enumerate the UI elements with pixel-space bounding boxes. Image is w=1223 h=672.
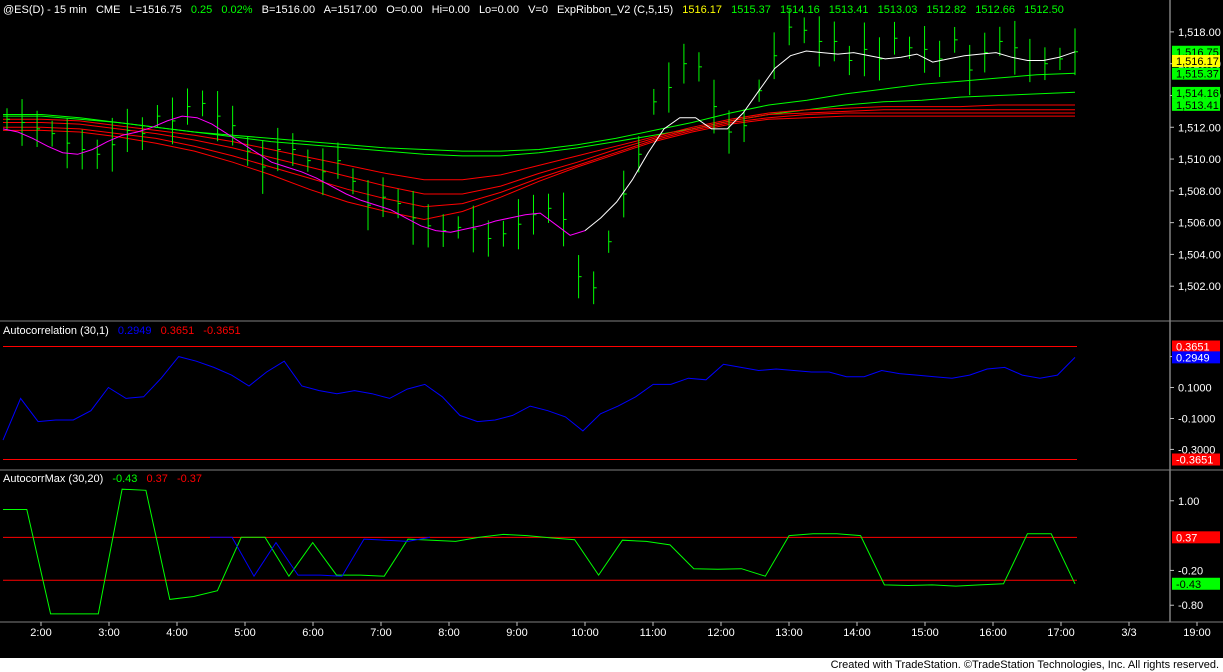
autocorrmax-tick-label-2: -0.80 xyxy=(1178,600,1203,612)
x-tick-label-14: 16:00 xyxy=(979,627,1007,639)
x-tick-label-3: 5:00 xyxy=(234,627,255,639)
price-tick-label-0: 1,518.00 xyxy=(1178,27,1221,39)
price-value-tag-label-1: 1,516.17 xyxy=(1176,56,1219,68)
price-ribbon-line-4 xyxy=(3,112,1075,208)
x-tick-label-15: 17:00 xyxy=(1047,627,1075,639)
autocorrelation-line xyxy=(2,356,1076,441)
x-tick-label-10: 12:00 xyxy=(707,627,735,639)
x-tick-label-17: 19:00 xyxy=(1183,627,1211,639)
price-tick-label-4: 1,510.00 xyxy=(1178,154,1221,166)
price-tick-label-6: 1,506.00 xyxy=(1178,218,1221,230)
autocorrelation-tick-label-1: 0.1000 xyxy=(1178,383,1212,395)
autocorrmax-tick-label-0: 1.00 xyxy=(1178,496,1199,508)
price-tick-label-7: 1,504.00 xyxy=(1178,249,1221,261)
x-tick-label-11: 13:00 xyxy=(775,627,803,639)
x-tick-label-5: 7:00 xyxy=(370,627,391,639)
x-tick-label-7: 9:00 xyxy=(506,627,527,639)
chart-canvas: 1,518.001,516.001,514.001,512.001,510.00… xyxy=(0,0,1223,639)
price-ribbon-line-1 xyxy=(3,91,1076,157)
autocorrmax-value-tag-label-0: 0.37 xyxy=(1176,532,1197,544)
autocorrmax-value-tag-label-1: -0.43 xyxy=(1176,579,1201,591)
footer-copyright: Created with TradeStation. ©TradeStation… xyxy=(0,658,1223,672)
price-tick-label-3: 1,512.00 xyxy=(1178,122,1221,134)
x-tick-label-16: 3/3 xyxy=(1121,627,1136,639)
x-tick-label-8: 10:00 xyxy=(571,627,599,639)
x-tick-label-0: 2:00 xyxy=(30,627,51,639)
x-tick-label-6: 8:00 xyxy=(438,627,459,639)
x-tick-label-4: 6:00 xyxy=(302,627,323,639)
price-value-tag-label-4: 1,513.41 xyxy=(1176,100,1219,112)
autocorrmax-tick-label-1: -0.20 xyxy=(1178,565,1203,577)
autocorrelation-tick-label-2: -0.1000 xyxy=(1178,413,1215,425)
autocorrelation-value-tag-label-2: -0.3651 xyxy=(1176,455,1213,467)
x-tick-label-1: 3:00 xyxy=(98,627,119,639)
x-tick-label-12: 14:00 xyxy=(843,627,871,639)
price-tick-label-8: 1,502.00 xyxy=(1178,281,1221,293)
autocorrmax-line xyxy=(3,488,1076,615)
autocorrelation-value-tag-label-1: 0.2949 xyxy=(1176,352,1210,364)
price-value-tag-label-3: 1,514.16 xyxy=(1176,88,1219,100)
price-ribbon-line-0 xyxy=(3,72,1076,152)
price-tick-label-5: 1,508.00 xyxy=(1178,186,1221,198)
x-tick-label-2: 4:00 xyxy=(166,627,187,639)
price-value-tag-label-2: 1,515.37 xyxy=(1176,69,1219,81)
x-tick-label-9: 11:00 xyxy=(640,627,667,639)
x-tick-label-13: 15:00 xyxy=(911,627,939,639)
